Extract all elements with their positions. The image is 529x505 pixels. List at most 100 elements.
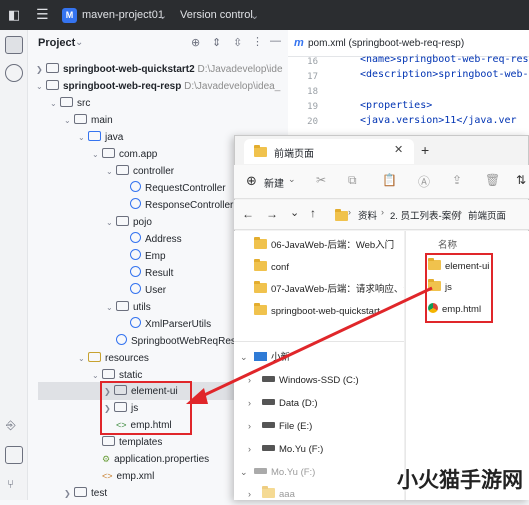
nav-item-label: Mo.Yu (F:) [271, 467, 316, 478]
nav-item-drive[interactable]: ⌄ Mo.Yu (F:) [240, 461, 400, 483]
nav-item-drive[interactable]: › Mo.Yu (F:) [248, 438, 404, 460]
tree-item-resources[interactable]: ⌄ resources [78, 350, 149, 367]
tree-item-result[interactable]: Result [130, 265, 173, 282]
tree-item-address[interactable]: Address [130, 231, 182, 248]
chevron-down-icon: ⌄ [288, 174, 296, 184]
chevron-down-icon[interactable]: ⌄ [75, 37, 83, 48]
tree-item-utils[interactable]: ⌄ utils [106, 299, 151, 316]
nav-item[interactable]: 06-JavaWeb-后端：Web入门 [254, 235, 404, 257]
tree-item-label: emp.xml [116, 471, 155, 482]
tree-item-label: pojo [133, 217, 152, 228]
tree-item-label: springboot-web-req-resp [63, 81, 182, 92]
delete-icon[interactable]: 🗑 [485, 173, 500, 187]
tree-item-label: test [91, 488, 108, 499]
problems-icon[interactable] [5, 446, 23, 464]
recent-locations-icon[interactable]: ⌄ [290, 206, 299, 219]
tree-item-module-req-resp[interactable]: ⌄ springboot-web-req-resp D:\Javadevelop\… [36, 78, 280, 95]
breadcrumb-separator-icon: › [348, 207, 351, 217]
copy-icon[interactable]: ⧉ [348, 173, 357, 188]
code-line: <java.version>11</java.ver [360, 115, 517, 126]
tree-item-com-app[interactable]: ⌄ com.app [92, 146, 157, 163]
code-line: <name>springboot-web-req-resp</ [360, 54, 529, 65]
breadcrumb-item[interactable]: 资料 [358, 208, 377, 222]
project-switcher[interactable]: maven-project01 [82, 9, 164, 21]
chevron-down-icon: ⌄ [92, 150, 99, 159]
nav-item-label: 06-JavaWeb-后端：Web入门 [271, 240, 395, 251]
maven-file-icon: m [294, 37, 304, 49]
project-pane-title[interactable]: Project [38, 37, 75, 49]
module-folder-icon [46, 63, 59, 73]
tree-item-main[interactable]: ⌄ main [64, 112, 113, 129]
folder-icon [254, 145, 267, 157]
nav-item-label: Mo.Yu (F:) [279, 444, 324, 455]
breadcrumb-item[interactable]: 前端页面 [468, 208, 506, 222]
chevron-right-icon: › [248, 444, 251, 454]
more-options-icon[interactable]: ⋮ [252, 35, 263, 48]
tree-item-test[interactable]: ❯ test [64, 485, 107, 502]
git-icon[interactable]: ⑂ [7, 477, 14, 491]
tree-item-label: ResponseController [145, 200, 234, 211]
tree-item-application-properties[interactable]: ⚙ application.properties [102, 451, 209, 468]
breadcrumb-separator-icon: › [459, 207, 462, 217]
package-icon [116, 165, 129, 175]
collapse-all-icon[interactable]: ⇕ [212, 36, 221, 49]
locate-icon[interactable]: ⊕ [191, 36, 200, 49]
nav-item-label: conf [271, 262, 289, 273]
folder-icon [254, 259, 267, 271]
class-icon [130, 198, 141, 209]
tree-item-controller[interactable]: ⌄ controller [106, 163, 174, 180]
editor-tab-bar: m pom.xml (springboot-web-req-resp) [288, 30, 529, 57]
tree-item-user[interactable]: User [130, 282, 166, 299]
commit-tool-icon[interactable] [5, 64, 23, 82]
up-icon[interactable]: ↑ [310, 206, 316, 220]
column-header-name[interactable]: 名称 [438, 237, 457, 251]
minimize-icon[interactable]: — [270, 35, 281, 47]
tree-item-module-quickstart2[interactable]: ❯ springboot-web-quickstart2 D:\Javadevel… [36, 61, 283, 78]
chevron-right-icon: ❯ [36, 65, 43, 74]
breadcrumb-item[interactable]: 2. 员工列表-案例 [390, 208, 461, 222]
tree-item-emp-xml[interactable]: <> emp.xml [102, 468, 154, 485]
forward-icon[interactable]: → [266, 207, 278, 221]
back-icon[interactable]: ← [242, 207, 254, 221]
cut-icon[interactable]: ✂ [316, 173, 326, 187]
project-tool-icon[interactable] [5, 36, 23, 54]
tree-item-request-controller[interactable]: RequestController [130, 180, 226, 197]
explorer-tab-title: 前端页面 [274, 149, 314, 160]
tree-item-src[interactable]: ⌄ src [50, 95, 90, 112]
vcs-menu[interactable]: Version control [180, 9, 253, 21]
nav-item-drive[interactable]: › File (E:) [248, 415, 404, 437]
rename-icon[interactable]: Ⓐ [418, 173, 430, 190]
expand-all-icon[interactable]: ⇳ [233, 36, 242, 49]
tree-item-response-controller[interactable]: ResponseController [130, 197, 233, 214]
tree-item-emp[interactable]: Emp [130, 248, 166, 265]
share-icon[interactable]: ⇪ [452, 173, 462, 187]
class-icon [130, 283, 141, 294]
code-line: <properties> [360, 100, 433, 111]
tree-item-label: main [91, 115, 113, 126]
tree-item-java[interactable]: ⌄ java [78, 129, 123, 146]
tree-item-label: com.app [119, 149, 158, 160]
sort-icon[interactable]: ⇅ [516, 173, 526, 187]
editor-tab-pom[interactable]: pom.xml (springboot-web-req-resp) [308, 38, 464, 49]
tree-item-templates[interactable]: templates [102, 434, 162, 451]
tool-window-strip: ⎆ ⑂ [0, 30, 28, 500]
new-tab-icon[interactable]: + [421, 142, 429, 158]
tree-item-label: springboot-web-quickstart2 [63, 64, 195, 75]
terminal-icon[interactable]: ⎆ [6, 418, 16, 433]
close-icon[interactable]: ✕ [394, 143, 403, 156]
chevron-right-icon: › [248, 421, 251, 431]
chevron-down-icon: ⌄ [158, 10, 168, 22]
explorer-tab[interactable]: 前端页面 ✕ [244, 139, 414, 164]
chevron-down-icon: ⌄ [106, 218, 113, 227]
module-folder-icon [46, 80, 59, 90]
paste-icon[interactable]: 📋 [382, 173, 397, 187]
tree-item-pojo[interactable]: ⌄ pojo [106, 214, 152, 231]
main-menu-icon[interactable]: ☰ [36, 6, 49, 23]
new-button[interactable]: 新建 [264, 175, 284, 190]
arrow-shaft [197, 286, 433, 400]
app-logo-icon: ◧ [8, 7, 21, 22]
folder-icon [102, 369, 115, 379]
usb-drive-icon [262, 445, 275, 451]
nav-item[interactable]: conf [254, 257, 404, 279]
nav-item[interactable]: › aaa [248, 483, 404, 505]
